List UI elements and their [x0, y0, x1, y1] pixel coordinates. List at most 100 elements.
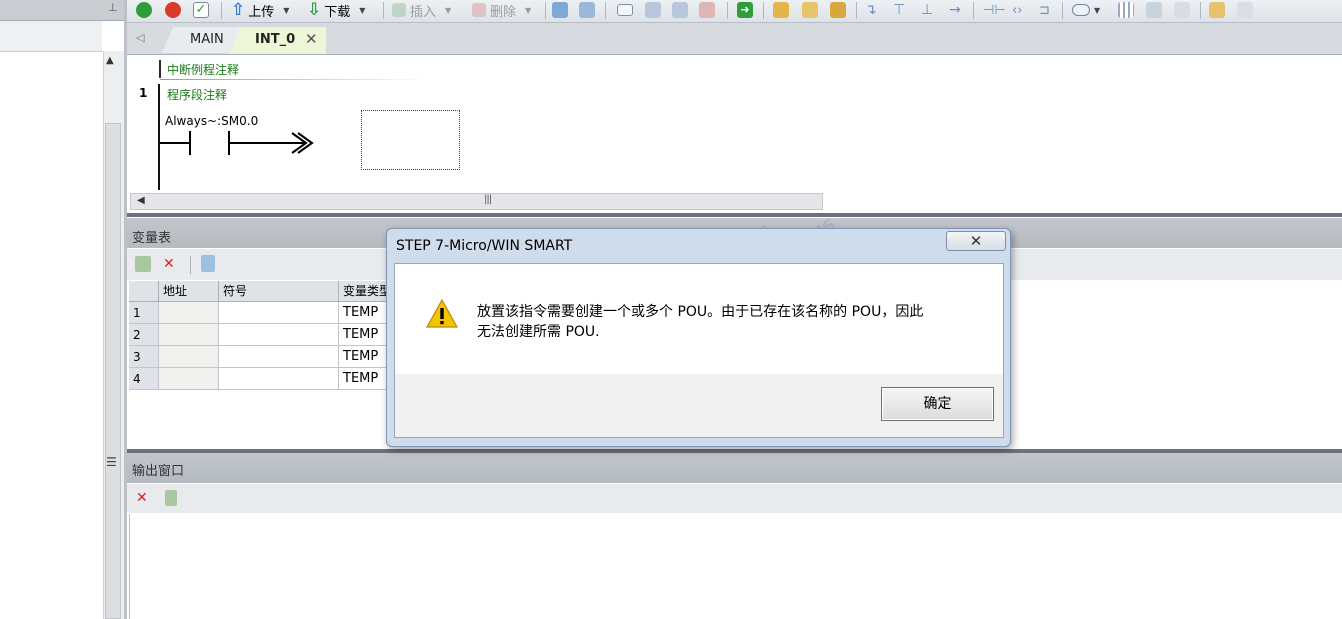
output-window-body[interactable]: [129, 514, 1342, 619]
row-number[interactable]: 3: [129, 346, 159, 368]
insert-label: 插入: [410, 4, 437, 20]
clear-output-icon[interactable]: ✕: [136, 490, 148, 506]
chevron-down-icon[interactable]: ▼: [359, 6, 365, 15]
network-next-icon: [579, 2, 595, 18]
network-bookmark-icon: [552, 2, 568, 18]
pin-icon[interactable]: ⊥: [108, 1, 118, 14]
compile-button[interactable]: ✓: [193, 1, 209, 19]
pane-divider[interactable]: [124, 0, 127, 619]
update-icon[interactable]: [201, 255, 215, 272]
routine-comment[interactable]: 中断例程注释: [167, 61, 239, 78]
edit-off-button[interactable]: [1174, 1, 1190, 19]
goto-icon: ➜: [737, 2, 753, 18]
lock-button[interactable]: [773, 1, 789, 19]
address-cell[interactable]: [159, 302, 219, 324]
splitter-grip-icon[interactable]: ☰: [106, 455, 117, 469]
scroll-grip-icon[interactable]: |||: [484, 194, 492, 205]
line-right-button[interactable]: →: [949, 1, 961, 19]
branch-up-button[interactable]: ⊤: [893, 1, 905, 19]
scrollbar-thumb[interactable]: [105, 123, 121, 619]
delete-label: 删除: [490, 4, 517, 20]
scroll-up-icon[interactable]: ▲: [106, 55, 114, 66]
tool-button-d[interactable]: [699, 1, 715, 19]
scroll-left-icon[interactable]: ◀: [137, 195, 145, 206]
table-button[interactable]: [1118, 1, 1134, 19]
tool-button-b[interactable]: [645, 1, 661, 19]
row-number[interactable]: 2: [129, 324, 159, 346]
delete-button[interactable]: 删除 ▼: [472, 1, 531, 20]
insert-contact-button[interactable]: ⊣⊢: [983, 1, 1006, 19]
clear-icon: [699, 2, 715, 18]
insert-button[interactable]: 插入 ▼: [392, 1, 451, 20]
copy-output-icon[interactable]: [165, 490, 177, 506]
redo-icon: [672, 2, 688, 18]
lock-all-button[interactable]: [830, 1, 846, 19]
symbol-cell[interactable]: [219, 324, 339, 346]
insert-row-icon[interactable]: [135, 256, 151, 272]
chevron-down-icon[interactable]: ▼: [445, 6, 451, 15]
column-header-type[interactable]: 变量类型: [339, 281, 389, 302]
symbol-button[interactable]: ▼: [1072, 1, 1100, 19]
line-up-button[interactable]: ⊥: [921, 1, 933, 19]
coil-icon: ‹›: [1012, 2, 1023, 18]
edit-button[interactable]: [1146, 1, 1162, 19]
editor-horizontal-scrollbar[interactable]: [130, 193, 823, 210]
dialog-title: STEP 7-Micro/WIN SMART: [396, 238, 573, 254]
tool-button-a[interactable]: [617, 1, 633, 19]
key-button[interactable]: [1209, 1, 1225, 19]
lock-all-icon: [830, 2, 846, 18]
delete-row-icon[interactable]: ✕: [163, 256, 175, 272]
toolbar-separator: [221, 2, 222, 19]
type-cell[interactable]: TEMP: [339, 368, 389, 390]
insert-coil-button[interactable]: ‹›: [1012, 1, 1022, 19]
download-button[interactable]: ⇩ 下载 ▼: [307, 0, 365, 20]
project-tree-strip: [0, 21, 102, 52]
symbol-cell[interactable]: [219, 302, 339, 324]
insert-box-button[interactable]: ⊐: [1039, 1, 1050, 19]
insert-icon: [392, 3, 406, 17]
branch-up-icon: ⊤: [893, 2, 906, 18]
type-cell[interactable]: TEMP: [339, 324, 389, 346]
upload-button[interactable]: ⇧ 上传 ▼: [231, 0, 289, 20]
empty-instruction-box[interactable]: [361, 110, 460, 170]
bookmark-next-button[interactable]: [579, 1, 595, 19]
column-header-address[interactable]: 地址: [159, 281, 219, 302]
grid-corner: [129, 281, 159, 302]
type-cell[interactable]: TEMP: [339, 346, 389, 368]
contact-operand-label[interactable]: Always~:SM0.0: [165, 114, 258, 128]
bookmark-toggle-button[interactable]: [552, 1, 568, 19]
download-label: 下载: [324, 4, 351, 20]
toolbar-separator: [545, 2, 546, 19]
tab-close-icon[interactable]: ✕: [305, 30, 318, 48]
run-button[interactable]: [136, 1, 152, 19]
contact-icon: ⊣⊢: [983, 2, 1006, 18]
dialog-close-button[interactable]: ✕: [946, 231, 1006, 251]
row-number[interactable]: 1: [129, 302, 159, 324]
chevron-down-icon[interactable]: ▼: [283, 6, 289, 15]
address-cell[interactable]: [159, 346, 219, 368]
network-comment[interactable]: 程序段注释: [167, 86, 227, 103]
stop-button[interactable]: [165, 1, 181, 19]
goto-button[interactable]: ➜: [737, 1, 753, 19]
comment-marker: [159, 60, 161, 78]
branch-down-button[interactable]: ↴: [865, 1, 877, 19]
chevron-down-icon[interactable]: ▼: [1094, 6, 1100, 15]
tool-button-c[interactable]: [672, 1, 688, 19]
symbol-cell[interactable]: [219, 368, 339, 390]
chevron-down-icon[interactable]: ▼: [525, 6, 531, 15]
ok-button[interactable]: 确定: [881, 387, 994, 421]
row-number[interactable]: 4: [129, 368, 159, 390]
output-window-title: 输出窗口: [132, 464, 185, 479]
tab-int-0-label: INT_0: [255, 32, 296, 47]
address-cell[interactable]: [159, 324, 219, 346]
unlock-button[interactable]: [802, 1, 818, 19]
address-cell[interactable]: [159, 368, 219, 390]
type-cell[interactable]: TEMP: [339, 302, 389, 324]
key-icon: [1209, 2, 1225, 18]
panel-divider[interactable]: [127, 213, 1342, 217]
symbol-cell[interactable]: [219, 346, 339, 368]
properties-button[interactable]: [1237, 1, 1253, 19]
contact-element[interactable]: [158, 128, 318, 158]
column-header-symbol[interactable]: 符号: [219, 281, 339, 302]
tab-scroll-left-icon[interactable]: ◁: [136, 31, 144, 44]
